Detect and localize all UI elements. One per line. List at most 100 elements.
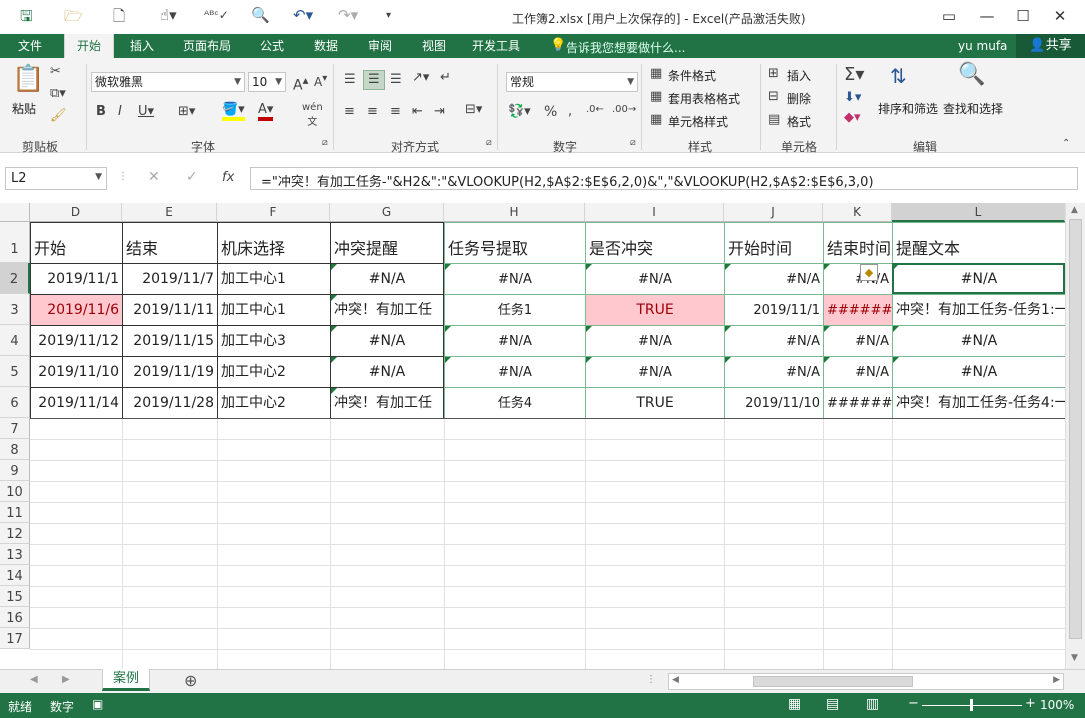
cell[interactable]: 2019/11/10 (724, 387, 823, 418)
touch-mode-icon[interactable]: ☝▾ (160, 6, 177, 24)
cut-icon[interactable]: ✂ (50, 64, 61, 79)
tell-me-input[interactable]: 告诉我您想要做什么... (566, 39, 685, 56)
column-header[interactable]: J (724, 203, 823, 222)
cell[interactable]: 结束 (122, 222, 217, 263)
cell[interactable]: 任务4 (444, 387, 585, 418)
row-header[interactable]: 6 (0, 387, 30, 418)
cell[interactable]: 机床选择 (217, 222, 330, 263)
dialog-launcher-icon[interactable]: ⧄ (322, 138, 328, 148)
row-header[interactable]: 1 (0, 222, 30, 263)
add-sheet-icon[interactable]: ⊕ (184, 671, 197, 690)
bold-icon[interactable]: B (96, 104, 106, 119)
tab-insert[interactable]: 插入 (118, 34, 166, 58)
format-as-table-icon[interactable]: ▦ (650, 89, 662, 104)
save-icon[interactable]: 🖫 (20, 6, 33, 31)
scroll-thumb[interactable] (1069, 219, 1082, 639)
horizontal-scrollbar[interactable]: ◀ ▶ (668, 673, 1064, 690)
row-header[interactable]: 4 (0, 325, 30, 356)
user-name[interactable]: yu mufa (958, 39, 1007, 53)
tab-view[interactable]: 视图 (410, 34, 458, 58)
row-header[interactable]: 5 (0, 356, 30, 387)
row-header[interactable]: 14 (0, 565, 30, 586)
sort-filter-button[interactable]: 排序和筛选 (878, 100, 938, 117)
cell[interactable]: 2019/11/28 (122, 387, 217, 418)
cell[interactable]: 2019/11/10 (30, 356, 122, 387)
cell[interactable]: 加工中心1 (217, 294, 330, 325)
cell[interactable]: 结束时间 (823, 222, 892, 263)
fill-icon[interactable]: ⬇▾ (844, 90, 861, 105)
maximize-button[interactable]: ☐ (1006, 2, 1040, 30)
row-header[interactable]: 7 (0, 418, 30, 439)
column-header[interactable]: D (30, 203, 122, 222)
cell[interactable]: 加工中心1 (217, 263, 330, 294)
warning-icon[interactable]: ◆ (860, 264, 878, 281)
dialog-launcher-icon[interactable]: ⧄ (630, 138, 636, 148)
column-header[interactable]: E (122, 203, 217, 222)
name-box[interactable]: L2 ▼ (5, 167, 107, 190)
cell[interactable]: 加工中心3 (217, 325, 330, 356)
cell[interactable]: ####### (823, 294, 892, 325)
copy-icon[interactable]: ⧉▾ (50, 86, 66, 101)
cell[interactable]: #N/A (330, 263, 444, 294)
cell[interactable]: #N/A (444, 263, 585, 294)
column-header[interactable]: K (823, 203, 892, 222)
orientation-icon[interactable]: ↗▾ (412, 70, 429, 85)
cell[interactable]: #N/A (330, 325, 444, 356)
cell[interactable]: 2019/11/14 (30, 387, 122, 418)
cell[interactable]: 2019/11/12 (30, 325, 122, 356)
border-icon[interactable]: ⊞▾ (178, 104, 195, 119)
sort-filter-icon[interactable]: ⇅ (890, 64, 907, 88)
font-size-select[interactable]: 10 ▼ (248, 72, 286, 92)
cell[interactable]: #N/A (724, 356, 823, 387)
page-layout-view-icon[interactable]: ▤ (826, 696, 839, 712)
align-middle-button[interactable]: ☰ (363, 70, 385, 90)
format-painter-icon[interactable]: 🖌 (50, 108, 67, 123)
minimize-button[interactable]: — (970, 2, 1004, 30)
cell[interactable]: TRUE (585, 387, 724, 418)
cell[interactable]: 冲突！有加工任务-任务1:一车 (892, 294, 1065, 325)
next-sheet-icon[interactable]: ▶ (62, 674, 70, 685)
insert-function-icon[interactable]: fx (222, 170, 234, 185)
cell-styles-icon[interactable]: ▦ (650, 112, 662, 127)
align-top-icon[interactable]: ☰ (344, 72, 356, 87)
print-preview-icon[interactable]: 🔍 (251, 6, 270, 24)
find-select-button[interactable]: 查找和选择 (943, 100, 1003, 117)
row-header[interactable]: 17 (0, 628, 30, 649)
cell[interactable]: 2019/11/7 (122, 263, 217, 294)
tab-formulas[interactable]: 公式 (248, 34, 296, 58)
spellcheck-icon[interactable]: ᴬᴮᶜ✓ (204, 8, 229, 22)
cell[interactable]: 开始时间 (724, 222, 823, 263)
redo-icon[interactable]: ↷▾ (338, 6, 358, 24)
row-header[interactable]: 8 (0, 439, 30, 460)
insert-cells-icon[interactable]: ⊞ (768, 66, 779, 81)
open-folder-icon[interactable]: 🗁 (64, 6, 83, 31)
tab-page-layout[interactable]: 页面布局 (172, 34, 242, 58)
tab-data[interactable]: 数据 (302, 34, 350, 58)
decrease-decimal-icon[interactable]: .00→ (612, 104, 636, 115)
number-format-select[interactable]: 常规 ▼ (506, 72, 638, 92)
row-header[interactable]: 11 (0, 502, 30, 523)
cell[interactable]: #N/A (444, 356, 585, 387)
column-header[interactable]: I (585, 203, 724, 222)
conditional-format-icon[interactable]: ▦ (650, 66, 662, 81)
cell[interactable]: 加工中心2 (217, 387, 330, 418)
decrease-font-icon[interactable]: A▾ (314, 73, 327, 89)
phonetic-icon[interactable]: wén 文 (302, 102, 323, 128)
increase-indent-icon[interactable]: ⇥ (434, 104, 445, 119)
row-header[interactable]: 2 (0, 263, 30, 294)
insert-cells-button[interactable]: 插入 (787, 67, 811, 84)
increase-font-icon[interactable]: A▴ (293, 73, 308, 94)
cell[interactable]: 提醒文本 (892, 222, 1065, 263)
cell[interactable]: #N/A (585, 325, 724, 356)
cell[interactable]: 是否冲突 (585, 222, 724, 263)
format-cells-button[interactable]: 格式 (787, 113, 811, 130)
zoom-out-icon[interactable]: − (908, 696, 919, 711)
select-all-corner[interactable] (0, 203, 30, 222)
cell[interactable]: 2019/11/19 (122, 356, 217, 387)
italic-icon[interactable]: I (118, 104, 122, 119)
column-header[interactable]: L (892, 203, 1065, 222)
tab-home[interactable]: 开始 (64, 34, 114, 58)
delete-cells-icon[interactable]: ⊟ (768, 89, 779, 104)
cell[interactable]: #N/A (444, 325, 585, 356)
scroll-up-icon[interactable]: ▲ (1071, 205, 1078, 215)
